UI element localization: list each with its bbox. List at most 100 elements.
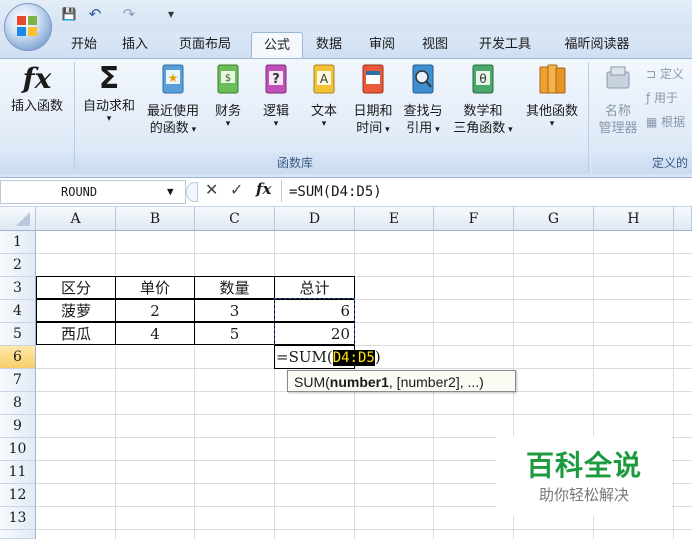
row-header-9[interactable]: 9	[0, 415, 36, 438]
save-icon[interactable]: 💾	[60, 5, 78, 23]
book-star-icon: ★	[162, 64, 184, 94]
undo-icon[interactable]: ↶	[86, 5, 104, 23]
row-header-7[interactable]: 7	[0, 369, 36, 392]
financial-label: 财务	[214, 104, 241, 119]
recently-used-button[interactable]: ★ 最近使用 的函数 ▾	[142, 62, 204, 139]
cell-b3[interactable]: 单价	[115, 276, 195, 299]
selected-range-text: D4:D5	[332, 350, 375, 366]
group-label-function-library: 函数库	[276, 156, 313, 170]
book-text-icon: A	[313, 64, 335, 94]
dropdown-arrow-icon: ▾	[321, 119, 327, 129]
dropdown-arrow-icon: ▾	[106, 114, 112, 124]
tab-insert[interactable]: 插入	[112, 32, 158, 58]
recently-used-label-1: 最近使用	[146, 104, 199, 119]
books-stack-icon	[539, 64, 566, 94]
name-box[interactable]: ROUND ▼	[0, 180, 186, 204]
cell-c5[interactable]: 5	[194, 322, 275, 345]
cell-a4[interactable]: 菠萝	[36, 299, 116, 322]
tab-foxit-reader[interactable]: 福昕阅读器	[552, 32, 642, 58]
row-header-12[interactable]: 12	[0, 484, 36, 507]
column-header-c[interactable]: C	[195, 207, 275, 231]
column-header-h[interactable]: H	[594, 207, 674, 231]
row-header-10[interactable]: 10	[0, 438, 36, 461]
tab-developer[interactable]: 开发工具	[467, 32, 543, 58]
lookup-reference-button[interactable]: 查找与 引用 ▾	[398, 62, 448, 139]
more-functions-button[interactable]: 其他函数 ▾	[520, 62, 584, 129]
column-header-b[interactable]: B	[116, 207, 195, 231]
cell-c4[interactable]: 3	[194, 299, 275, 322]
cell-a3[interactable]: 区分	[36, 276, 116, 299]
chevron-down-icon[interactable]: ▼	[167, 181, 174, 203]
dropdown-arrow-icon: ▾	[188, 125, 197, 135]
cancel-icon[interactable]: ✕	[205, 180, 218, 199]
cell-a5[interactable]: 西瓜	[36, 322, 116, 345]
dropdown-arrow-icon: ▾	[432, 125, 440, 135]
math-trig-button[interactable]: θ 数学和 三角函数 ▾	[450, 62, 516, 139]
use-in-formula-button[interactable]: ƒ 用于	[646, 88, 678, 108]
create-from-selection-button[interactable]: ▦ 根据	[646, 112, 685, 132]
tab-review[interactable]: 审阅	[359, 32, 405, 58]
row-header-6[interactable]: 6	[0, 346, 36, 369]
formula-bar-splitter[interactable]	[186, 182, 198, 202]
svg-text:$: $	[225, 73, 231, 84]
fx-small-icon: ƒ	[646, 91, 655, 105]
svg-text:?: ?	[272, 72, 280, 87]
watermark-title: 百科全说	[525, 449, 642, 482]
watermark: 百科全说 助你轻松解决	[496, 436, 672, 516]
text-button[interactable]: A 文本 ▾	[302, 62, 346, 129]
cell-b4[interactable]: 2	[115, 299, 195, 322]
insert-function-button[interactable]: fx 插入函数	[2, 62, 72, 115]
dropdown-arrow-icon: ▾	[382, 125, 390, 135]
lookup-label-1: 查找与	[403, 104, 443, 119]
row-header-13[interactable]: 13	[0, 507, 36, 530]
autosum-button[interactable]: Σ 自动求和 ▾	[76, 62, 142, 124]
customize-toolbar-icon[interactable]: ▾	[162, 5, 180, 23]
in-cell-editor[interactable]: =SUM(D4:D5)	[276, 346, 381, 369]
row-header-5[interactable]: 5	[0, 323, 36, 346]
tab-view[interactable]: 视图	[412, 32, 458, 58]
select-all-corner[interactable]	[0, 207, 36, 231]
tab-page-layout[interactable]: 页面布局	[166, 32, 244, 58]
column-header-g[interactable]: G	[514, 207, 594, 231]
financial-button[interactable]: $ 财务 ▾	[206, 62, 250, 129]
dropdown-arrow-icon: ▾	[225, 119, 231, 129]
math-label-1: 数学和	[463, 104, 503, 119]
book-calendar-icon	[362, 64, 384, 94]
define-name-button[interactable]: ⊐ 定义	[646, 64, 684, 84]
cell-c3[interactable]: 数量	[194, 276, 275, 299]
book-money-icon: $	[217, 64, 239, 94]
row-header-3[interactable]: 3	[0, 277, 36, 300]
row-header-4[interactable]: 4	[0, 300, 36, 323]
book-question-icon: ?	[265, 64, 287, 94]
book-magnifier-icon	[412, 64, 434, 94]
more-functions-label: 其他函数	[525, 104, 578, 119]
function-tooltip[interactable]: SUM(number1, [number2], ...)	[287, 370, 516, 392]
cell-b5[interactable]: 4	[115, 322, 195, 345]
tab-formulas[interactable]: 公式	[251, 32, 303, 59]
redo-icon[interactable]: ↷	[120, 5, 138, 23]
name-manager-label-2: 管理器	[598, 121, 638, 136]
tab-home[interactable]: 开始	[60, 32, 108, 58]
column-header-a[interactable]: A	[36, 207, 116, 231]
formula-input[interactable]: =SUM(D4:D5)	[289, 181, 382, 203]
recently-used-label-2: 的函数	[149, 121, 189, 136]
column-header-f[interactable]: F	[434, 207, 514, 231]
tooltip-current-arg: number1	[329, 374, 389, 390]
tab-data[interactable]: 数据	[306, 32, 352, 58]
logical-button[interactable]: ? 逻辑 ▾	[254, 62, 298, 129]
office-button[interactable]	[4, 3, 52, 51]
lookup-label-2: 引用	[406, 121, 433, 136]
cell-d3[interactable]: 总计	[274, 276, 355, 299]
svg-text:A: A	[320, 72, 329, 86]
column-header-e[interactable]: E	[355, 207, 434, 231]
name-manager-label-1: 名称	[604, 104, 631, 119]
row-header-8[interactable]: 8	[0, 392, 36, 415]
row-header-2[interactable]: 2	[0, 254, 36, 277]
date-time-button[interactable]: 日期和 时间 ▾	[348, 62, 398, 139]
name-manager-button[interactable]: 名称 管理器	[594, 62, 642, 137]
enter-check-icon[interactable]: ✓	[230, 180, 243, 199]
insert-function-fx-icon[interactable]: fx	[256, 180, 271, 198]
row-header-1[interactable]: 1	[0, 231, 36, 254]
column-header-d[interactable]: D	[275, 207, 355, 231]
row-header-11[interactable]: 11	[0, 461, 36, 484]
